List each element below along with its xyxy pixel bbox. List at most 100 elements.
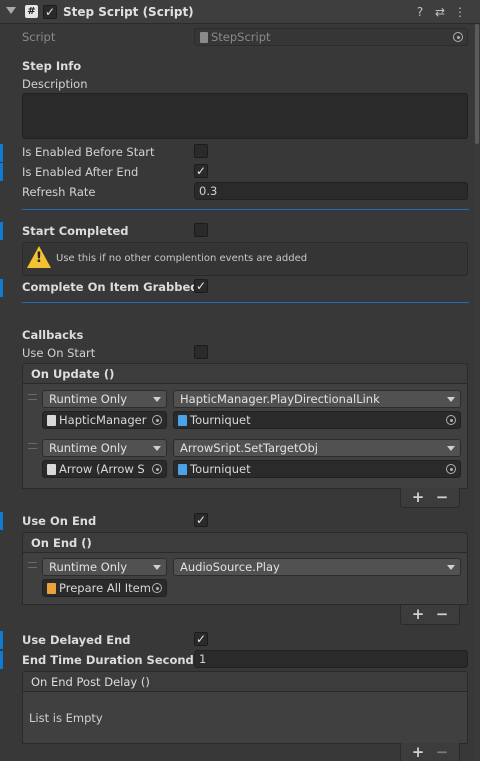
override-marker [0, 512, 3, 530]
runtime-mode-dropdown[interactable]: Runtime Only [42, 439, 167, 457]
description-label: Description [22, 77, 88, 91]
script-file-icon [47, 415, 56, 426]
start-completed-checkbox[interactable] [194, 223, 208, 237]
scrollbar-thumb[interactable] [475, 24, 479, 144]
inspector-scrollbar[interactable] [474, 24, 480, 761]
foldout-arrow-icon[interactable] [6, 7, 16, 14]
on-end-post-delay-header: On End Post Delay () [22, 671, 468, 692]
object-picker-icon[interactable] [152, 415, 162, 425]
more-options-icon[interactable]: ⋮ [453, 5, 467, 19]
complete-on-grab-checkbox[interactable]: ✓ [194, 279, 208, 293]
use-delayed-end-checkbox[interactable]: ✓ [194, 632, 208, 646]
use-on-start-checkbox[interactable] [194, 345, 208, 359]
override-marker [0, 651, 3, 669]
override-marker [0, 163, 3, 181]
function-dropdown[interactable]: HapticManager.PlayDirectionalLink [173, 390, 461, 408]
on-end-post-delay-footer: + − [400, 743, 460, 761]
enabled-before-start-label: Is Enabled Before Start [22, 145, 155, 159]
enabled-before-start-checkbox[interactable] [194, 144, 208, 158]
dropdown-value: Runtime Only [49, 560, 128, 574]
on-update-header: On Update () [22, 363, 468, 384]
separator [22, 209, 469, 210]
target-object-field[interactable]: Prepare All Item [42, 579, 167, 597]
argument-object-field[interactable]: Tourniquet [173, 460, 461, 478]
audio-source-icon [47, 583, 56, 594]
object-value: Tourniquet [190, 462, 251, 476]
chevron-down-icon [153, 397, 161, 402]
start-completed-label: Start Completed [22, 224, 129, 238]
object-picker-icon[interactable] [152, 583, 162, 593]
chevron-down-icon [447, 565, 455, 570]
component-header: # ✓ Step Script (Script) ? ⇄ ⋮ [0, 0, 480, 24]
on-update-footer: + − [400, 488, 460, 508]
object-picker-icon[interactable] [453, 32, 463, 42]
separator [22, 302, 469, 303]
on-end-footer: + − [400, 605, 460, 625]
script-icon: # [25, 5, 38, 18]
drag-handle-icon[interactable] [28, 394, 37, 400]
on-end-header: On End () [22, 532, 468, 553]
help-box-message: Use this if no other complention events … [56, 253, 308, 264]
object-picker-icon[interactable] [152, 464, 162, 474]
use-on-end-checkbox[interactable]: ✓ [194, 513, 208, 527]
component-enabled-checkbox[interactable]: ✓ [43, 5, 57, 19]
dropdown-value: Runtime Only [49, 441, 128, 455]
enabled-after-end-checkbox[interactable]: ✓ [194, 164, 208, 178]
script-file-icon [200, 32, 208, 43]
gameobject-icon [178, 415, 187, 426]
script-value: StepScript [211, 30, 271, 44]
object-value: Prepare All Item [59, 581, 151, 595]
end-time-duration-label: End Time Duration Seconds [22, 653, 201, 667]
drag-handle-icon[interactable] [28, 562, 37, 568]
function-dropdown[interactable]: AudioSource.Play [173, 558, 461, 576]
step-info-heading: Step Info [22, 59, 82, 73]
presets-icon[interactable]: ⇄ [433, 5, 447, 19]
object-value: Tourniquet [190, 413, 251, 427]
script-label: Script [22, 30, 56, 44]
runtime-mode-dropdown[interactable]: Runtime Only [42, 390, 167, 408]
use-on-end-label: Use On End [22, 514, 97, 528]
warning-exclamation: ! [35, 250, 43, 266]
script-file-icon [47, 464, 56, 475]
object-value: Arrow (Arrow S [59, 462, 145, 476]
drag-handle-icon[interactable] [28, 443, 37, 449]
dropdown-value: ArrowSript.SetTargetObj [180, 441, 319, 455]
remove-item-button[interactable]: − [432, 605, 452, 623]
enabled-after-end-label: Is Enabled After End [22, 165, 139, 179]
callbacks-heading: Callbacks [22, 328, 84, 342]
override-marker [0, 144, 3, 162]
script-field[interactable]: StepScript [194, 28, 468, 46]
complete-on-grab-label: Complete On Item Grabbed [22, 280, 199, 294]
chevron-down-icon [447, 446, 455, 451]
chevron-down-icon [153, 565, 161, 570]
override-marker [0, 222, 3, 240]
help-icon[interactable]: ? [413, 5, 427, 19]
add-item-button[interactable]: + [408, 605, 428, 623]
object-picker-icon[interactable] [446, 464, 456, 474]
object-picker-icon[interactable] [446, 415, 456, 425]
override-marker [0, 631, 3, 649]
argument-object-field[interactable]: Tourniquet [173, 411, 461, 429]
description-textarea[interactable] [22, 93, 468, 139]
refresh-rate-input[interactable]: 0.3 [194, 182, 468, 200]
chevron-down-icon [153, 446, 161, 451]
remove-item-button[interactable]: − [432, 743, 452, 761]
dropdown-value: Runtime Only [49, 392, 128, 406]
remove-item-button[interactable]: − [432, 488, 452, 506]
target-object-field[interactable]: HapticManager [42, 411, 167, 429]
use-delayed-end-label: Use Delayed End [22, 633, 131, 647]
override-marker [0, 279, 3, 297]
add-item-button[interactable]: + [408, 743, 428, 761]
function-dropdown[interactable]: ArrowSript.SetTargetObj [173, 439, 461, 457]
runtime-mode-dropdown[interactable]: Runtime Only [42, 558, 167, 576]
object-value: HapticManager [59, 413, 147, 427]
target-object-field[interactable]: Arrow (Arrow S [42, 460, 167, 478]
chevron-down-icon [447, 397, 455, 402]
component-title: Step Script (Script) [63, 5, 194, 19]
dropdown-value: AudioSource.Play [180, 560, 280, 574]
add-item-button[interactable]: + [408, 488, 428, 506]
use-on-start-label: Use On Start [22, 346, 96, 360]
end-time-duration-input[interactable]: 1 [194, 650, 468, 668]
dropdown-value: HapticManager.PlayDirectionalLink [180, 392, 380, 406]
refresh-rate-label: Refresh Rate [22, 185, 96, 199]
